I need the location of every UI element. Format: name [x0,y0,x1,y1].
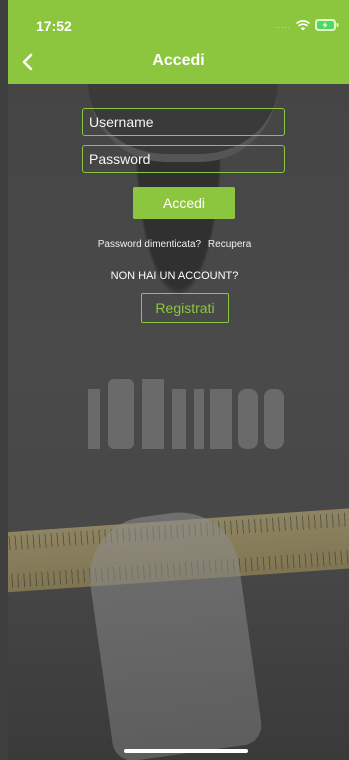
recover-link[interactable]: Recupera [208,239,251,250]
forgot-password-text: Password dimenticata? [97,239,202,250]
battery-charging-icon [315,19,339,31]
status-time: 17:52 [36,18,72,34]
wifi-icon [296,19,310,31]
home-indicator[interactable] [124,749,248,753]
register-button[interactable]: Registrati [141,293,229,323]
page-title: Accedi [152,52,205,69]
password-input[interactable] [82,145,285,173]
forgot-password-row: Password dimenticata? Recupera [0,239,349,250]
logo-watermark [88,379,284,449]
username-input[interactable] [82,108,285,136]
background-photo [8,84,349,760]
header-bar: 17:52 ..... Accedi [8,0,349,84]
login-button[interactable]: Accedi [133,187,235,219]
status-indicators: ..... [275,19,339,31]
no-account-text: NON HAI UN ACCOUNT? [110,270,239,282]
signal-icon: ..... [274,20,291,30]
